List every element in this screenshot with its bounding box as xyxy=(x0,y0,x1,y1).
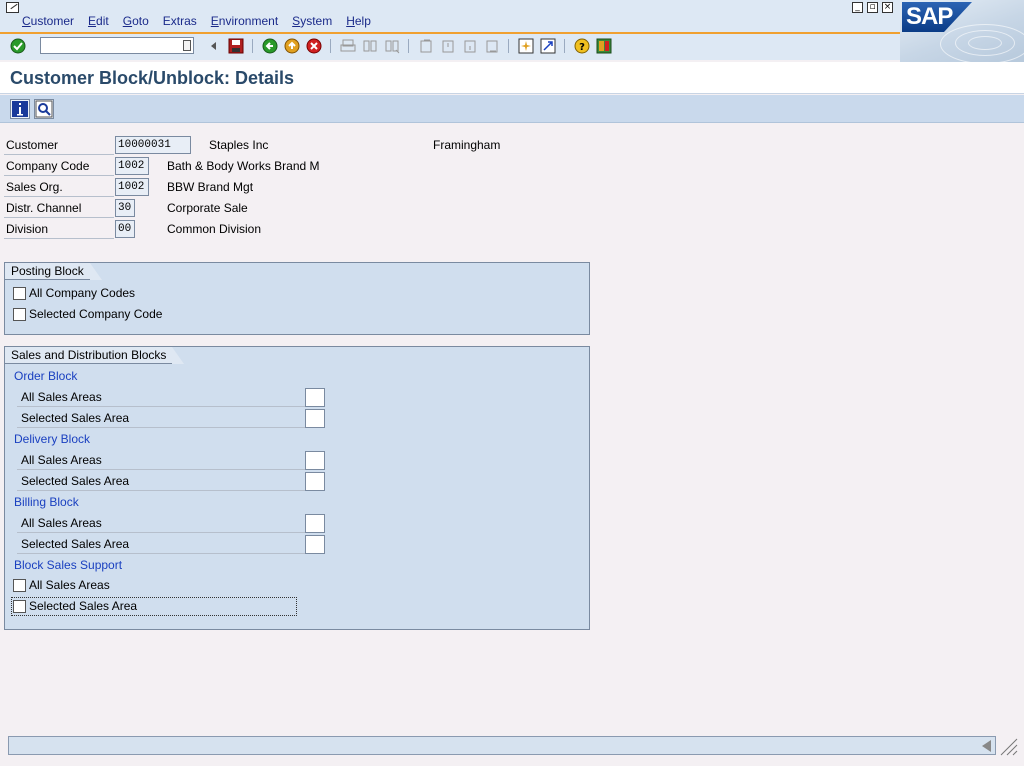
delivery-block-selected-field[interactable] xyxy=(305,472,325,491)
resize-grip-icon[interactable] xyxy=(998,736,1018,756)
command-field[interactable] xyxy=(40,37,194,54)
svg-text:?: ? xyxy=(579,42,585,53)
division-label: Division xyxy=(4,219,114,239)
standard-toolbar: ? xyxy=(0,32,900,60)
sap-logo: SAP xyxy=(900,0,1024,62)
previous-page-icon xyxy=(442,40,454,53)
sales-org-label: Sales Org. xyxy=(4,177,114,197)
find-next-icon xyxy=(385,40,400,54)
status-bar xyxy=(8,736,996,755)
billing-block-all-label: All Sales Areas xyxy=(17,513,309,533)
info-button[interactable] xyxy=(10,99,30,119)
posting-block-group: Posting Block All Company Codes Selected… xyxy=(4,262,590,335)
order-block-selected-field[interactable] xyxy=(305,409,325,428)
block-sales-support-title: Block Sales Support xyxy=(14,558,123,572)
display-details-button[interactable] xyxy=(34,99,54,119)
customer-name: Staples Inc xyxy=(209,138,269,152)
all-company-codes-checkbox[interactable] xyxy=(13,286,26,300)
command-history-icon[interactable] xyxy=(183,40,191,51)
menu-goto[interactable]: Goto xyxy=(123,14,149,30)
title-bar: Customer Block/Unblock: Details xyxy=(0,62,1024,94)
print-icon xyxy=(340,39,356,52)
shortcut-icon[interactable] xyxy=(540,38,556,54)
billing-block-title: Billing Block xyxy=(14,495,79,509)
posting-block-title: Posting Block xyxy=(5,263,102,280)
sales-support-all-row[interactable]: All Sales Areas xyxy=(13,576,110,594)
sap-logo-text: SAP xyxy=(906,3,953,30)
selected-company-code-checkbox[interactable] xyxy=(13,307,26,321)
customer-label: Customer xyxy=(4,135,114,155)
enter-check-icon[interactable] xyxy=(10,38,26,54)
customer-field[interactable]: 10000031 xyxy=(115,136,191,154)
save-icon[interactable] xyxy=(228,38,244,54)
all-company-codes-row[interactable]: All Company Codes xyxy=(13,284,135,302)
first-page-icon xyxy=(420,39,432,53)
menu-environment[interactable]: Environment xyxy=(211,14,278,30)
info-icon xyxy=(12,101,28,117)
sales-org-field[interactable]: 1002 xyxy=(115,178,149,196)
company-code-label: Company Code xyxy=(4,156,114,176)
menu-bar: Customer Edit Goto Extras Environment Sy… xyxy=(0,0,1024,32)
command-input[interactable] xyxy=(41,38,179,54)
distr-channel-desc: Corporate Sale xyxy=(167,201,248,215)
menu-help[interactable]: Help xyxy=(346,14,371,30)
order-block-all-field[interactable] xyxy=(305,388,325,407)
distr-channel-label: Distr. Channel xyxy=(4,198,114,218)
menu-items: Customer Edit Goto Extras Environment Sy… xyxy=(22,14,385,30)
delivery-block-all-label: All Sales Areas xyxy=(17,450,309,470)
all-company-codes-label: All Company Codes xyxy=(29,286,136,300)
sd-blocks-title: Sales and Distribution Blocks xyxy=(5,347,185,364)
menu-system[interactable]: System xyxy=(292,14,332,30)
cancel-icon[interactable] xyxy=(306,38,322,54)
menu-edit[interactable]: Edit xyxy=(88,14,109,30)
customer-city: Framingham xyxy=(433,138,501,152)
order-block-title: Order Block xyxy=(14,369,78,383)
application-toolbar xyxy=(0,95,1024,123)
selected-company-code-label: Selected Company Code xyxy=(29,307,163,321)
back-icon[interactable] xyxy=(262,38,278,54)
customize-layout-icon[interactable] xyxy=(596,38,612,54)
restore-icon[interactable]: ▫ xyxy=(867,2,878,13)
billing-block-all-field[interactable] xyxy=(305,514,325,533)
menu-customer[interactable]: Customer xyxy=(22,14,74,30)
system-menu-icon[interactable] xyxy=(6,2,19,13)
sales-support-selected-row[interactable]: Selected Sales Area xyxy=(13,597,137,615)
company-code-desc: Bath & Body Works Brand M xyxy=(167,159,320,173)
next-page-icon xyxy=(464,40,476,53)
close-window-icon[interactable]: × xyxy=(882,2,893,13)
billing-block-selected-label: Selected Sales Area xyxy=(17,534,309,554)
division-desc: Common Division xyxy=(167,222,262,236)
collapse-arrow-icon[interactable] xyxy=(206,38,222,54)
company-code-field[interactable]: 1002 xyxy=(115,157,149,175)
billing-block-selected-field[interactable] xyxy=(305,535,325,554)
help-icon[interactable]: ? xyxy=(574,38,590,54)
delivery-block-selected-label: Selected Sales Area xyxy=(17,471,309,491)
order-block-selected-label: Selected Sales Area xyxy=(17,408,309,428)
distr-channel-field[interactable]: 30 xyxy=(115,199,135,217)
find-icon xyxy=(363,40,377,52)
sales-org-desc: BBW Brand Mgt xyxy=(167,180,254,194)
delivery-block-all-field[interactable] xyxy=(305,451,325,470)
window-controls: _ ▫ × xyxy=(852,2,893,13)
order-block-all-label: All Sales Areas xyxy=(17,387,309,407)
exit-icon[interactable] xyxy=(284,38,300,54)
menu-extras[interactable]: Extras xyxy=(163,14,197,30)
minimize-icon[interactable]: _ xyxy=(852,2,863,13)
sales-support-selected-label: Selected Sales Area xyxy=(29,599,138,613)
page-title: Customer Block/Unblock: Details xyxy=(10,68,295,88)
sales-support-all-label: All Sales Areas xyxy=(29,578,110,592)
delivery-block-title: Delivery Block xyxy=(14,432,91,446)
last-page-icon xyxy=(486,40,498,53)
new-session-icon[interactable] xyxy=(518,38,534,54)
sd-blocks-group: Sales and Distribution Blocks Order Bloc… xyxy=(4,346,590,630)
division-field[interactable]: 00 xyxy=(115,220,135,238)
status-expand-icon[interactable] xyxy=(982,740,991,752)
sales-support-all-checkbox[interactable] xyxy=(13,578,26,592)
magnifier-icon xyxy=(35,100,53,118)
sales-support-selected-checkbox[interactable] xyxy=(13,599,26,613)
selected-company-code-row[interactable]: Selected Company Code xyxy=(13,305,162,323)
